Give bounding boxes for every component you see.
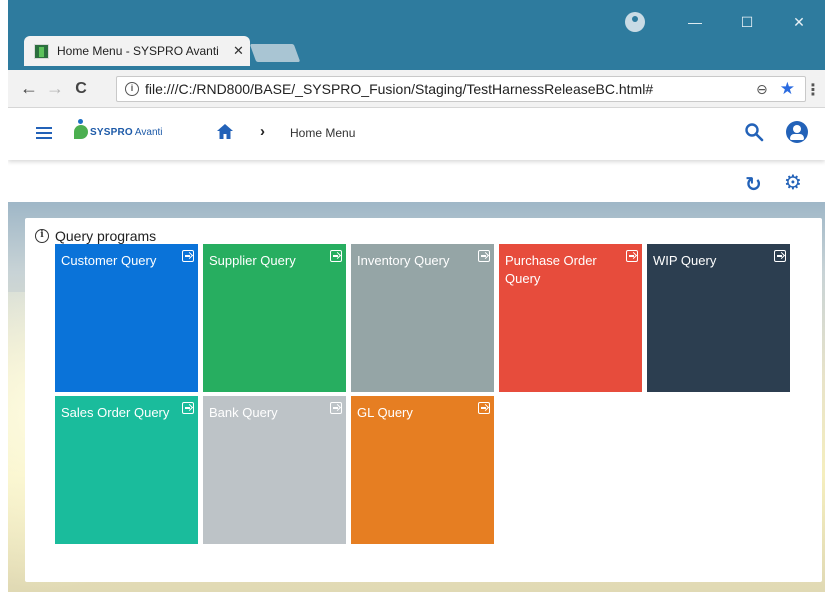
- browser-toolbar: ← → C i file:///C:/RND800/BASE/_SYSPRO_F…: [8, 70, 825, 108]
- browser-titlebar: Home Menu - SYSPRO Avanti ✕ — ☐ ✕: [8, 0, 825, 70]
- query-tile-label: WIP Query: [653, 253, 717, 268]
- zoom-icon[interactable]: ⊖: [756, 81, 768, 98]
- query-tile[interactable]: Customer Query: [55, 244, 198, 392]
- open-program-icon[interactable]: [478, 250, 490, 262]
- site-info-icon[interactable]: i: [125, 82, 139, 96]
- reload-button[interactable]: C: [68, 80, 94, 98]
- open-program-icon[interactable]: [478, 402, 490, 414]
- hamburger-menu-icon[interactable]: [36, 127, 52, 139]
- open-program-icon[interactable]: [330, 402, 342, 414]
- open-program-icon[interactable]: [774, 250, 786, 262]
- breadcrumb-chevron-icon: ›: [260, 123, 265, 140]
- browser-menu-icon[interactable]: ⋮: [805, 80, 821, 100]
- logo-text: SYSPRO: [90, 126, 133, 138]
- query-tile-label: Supplier Query: [209, 253, 296, 268]
- window-controls: — ☐ ✕: [625, 12, 825, 32]
- open-program-icon[interactable]: [330, 250, 342, 262]
- query-tile-label: GL Query: [357, 405, 413, 420]
- new-tab-button[interactable]: [249, 44, 301, 62]
- address-bar[interactable]: i file:///C:/RND800/BASE/_SYSPRO_Fusion/…: [116, 76, 806, 102]
- action-bar: ↻ ⚙: [8, 160, 825, 202]
- query-tile-label: Purchase Order Query: [505, 253, 597, 286]
- logo-mark-icon: [74, 119, 88, 139]
- card-header: i Query programs: [35, 228, 156, 244]
- query-tile[interactable]: GL Query: [351, 396, 494, 544]
- breadcrumb: Home Menu: [290, 126, 356, 140]
- search-icon[interactable]: [744, 122, 764, 142]
- query-tile[interactable]: Supplier Query: [203, 244, 346, 392]
- query-tile[interactable]: WIP Query: [647, 244, 790, 392]
- card-title: Query programs: [55, 228, 157, 244]
- browser-tab[interactable]: Home Menu - SYSPRO Avanti ✕: [24, 36, 250, 66]
- query-tile-label: Bank Query: [209, 405, 278, 420]
- app-viewport: SYSPRO Avanti › Home Menu ↻ ⚙ i Query pr…: [8, 108, 825, 592]
- url-text[interactable]: file:///C:/RND800/BASE/_SYSPRO_Fusion/St…: [145, 81, 720, 97]
- profile-icon[interactable]: [625, 12, 645, 32]
- back-button[interactable]: ←: [16, 78, 42, 99]
- user-account-icon[interactable]: [786, 121, 808, 143]
- minimize-button[interactable]: —: [669, 14, 721, 30]
- query-tile[interactable]: Bank Query: [203, 396, 346, 544]
- close-window-button[interactable]: ✕: [773, 14, 825, 31]
- syspro-logo: SYSPRO Avanti: [74, 119, 163, 139]
- app-header: SYSPRO Avanti › Home Menu: [8, 108, 825, 160]
- query-tile-label: Customer Query: [61, 253, 157, 268]
- browser-window: Home Menu - SYSPRO Avanti ✕ — ☐ ✕ ← → C …: [8, 0, 825, 592]
- refresh-icon[interactable]: ↻: [745, 172, 762, 197]
- query-tile[interactable]: Sales Order Query: [55, 396, 198, 544]
- forward-button[interactable]: →: [42, 78, 68, 99]
- open-program-icon[interactable]: [182, 250, 194, 262]
- query-programs-card: i Query programs Customer Query Supplier …: [25, 218, 822, 582]
- info-icon: i: [35, 229, 49, 243]
- query-tile-label: Sales Order Query: [61, 405, 170, 420]
- open-program-icon[interactable]: [182, 402, 194, 414]
- settings-gear-icon[interactable]: ⚙: [784, 170, 802, 195]
- query-tile[interactable]: Inventory Query: [351, 244, 494, 392]
- maximize-button[interactable]: ☐: [721, 14, 773, 31]
- query-tile-label: Inventory Query: [357, 253, 450, 268]
- bookmark-star-icon[interactable]: ★: [780, 79, 795, 99]
- query-tile[interactable]: Purchase Order Query: [499, 244, 642, 392]
- home-icon[interactable]: [216, 123, 234, 141]
- tab-close-icon[interactable]: ✕: [233, 43, 244, 59]
- open-program-icon[interactable]: [626, 250, 638, 262]
- logo-subtext: Avanti: [134, 126, 163, 138]
- favicon-icon: [34, 43, 49, 59]
- tab-title: Home Menu - SYSPRO Avanti: [57, 44, 219, 58]
